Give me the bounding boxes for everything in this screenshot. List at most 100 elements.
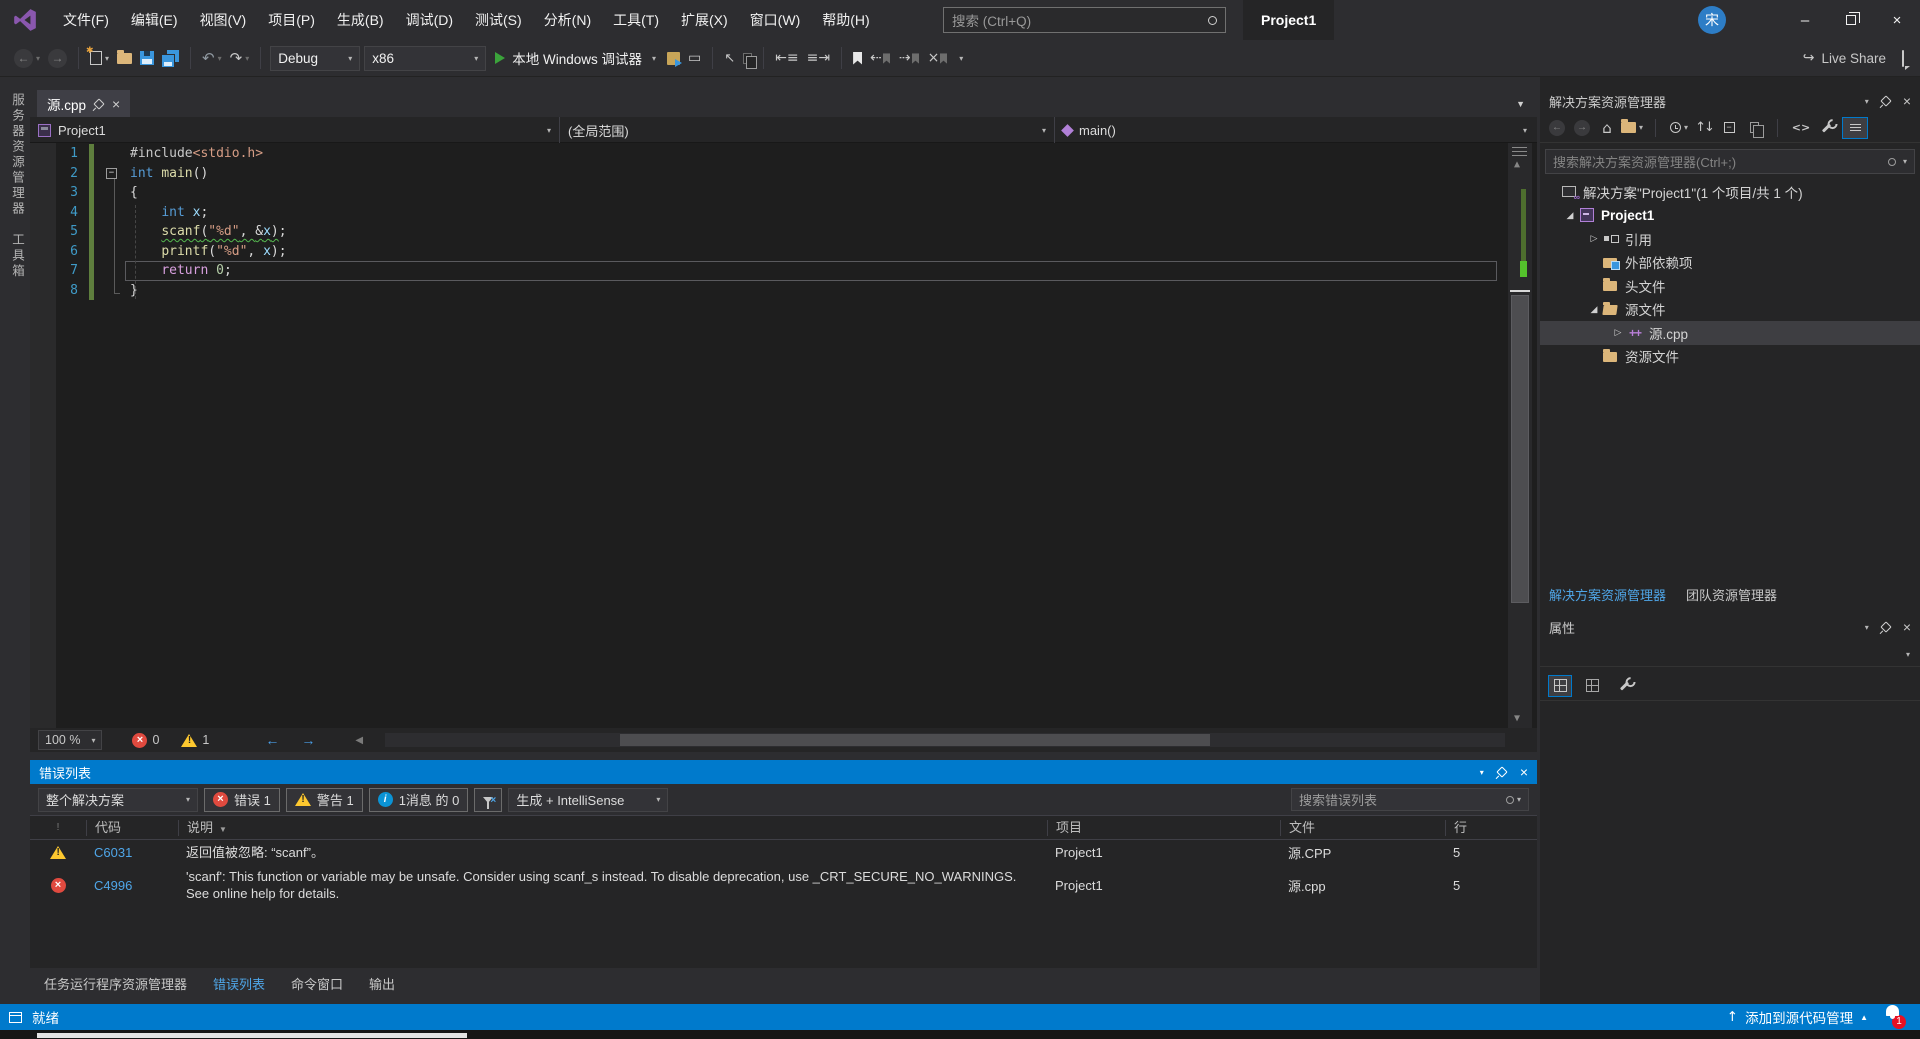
error-code-link[interactable]: C6031 — [86, 845, 178, 860]
error-row-C4996[interactable]: C4996'scanf': This function or variable … — [30, 865, 1537, 905]
project-column-header[interactable]: 项目 — [1047, 820, 1280, 836]
toolbar-options-button[interactable]: ▾ — [953, 45, 966, 71]
tree-item-3[interactable]: 外部依赖项 — [1540, 251, 1920, 275]
navigate-forward-icon[interactable]: → — [301, 732, 315, 748]
bottom-tab-1[interactable]: 错误列表 — [213, 974, 265, 1004]
pin-icon[interactable] — [1880, 95, 1891, 106]
project-dropdown[interactable]: Project1▾ — [30, 117, 560, 143]
code-line-1[interactable]: 1#include<stdio.h> — [30, 144, 1537, 164]
settings-button[interactable] — [1817, 123, 1835, 133]
server-explorer-tab[interactable]: 服务器资源管理器 — [8, 93, 27, 217]
code-line-7[interactable]: 7 return 0; — [30, 261, 1537, 281]
close-tab-icon[interactable]: × — [112, 97, 120, 111]
clear-bookmarks-button[interactable]: × — [925, 45, 952, 71]
collapse-all-button[interactable]: − — [1720, 122, 1738, 133]
menu-item-11[interactable]: 帮助(H) — [811, 0, 880, 40]
tree-item-0[interactable]: 解决方案"Project1"(1 个项目/共 1 个) — [1540, 180, 1920, 204]
expanded-icon[interactable]: ◢ — [1586, 304, 1602, 315]
code-line-2[interactable]: 2−int main() — [30, 164, 1537, 184]
next-bookmark-button[interactable]: ⇢ — [896, 45, 923, 71]
pin-icon[interactable] — [1496, 766, 1507, 777]
menu-item-10[interactable]: 窗口(W) — [739, 0, 812, 40]
file-column-header[interactable]: 文件 — [1280, 820, 1445, 836]
scope-filter-dropdown[interactable]: 整个解决方案▾ — [38, 788, 198, 812]
properties-object-dropdown[interactable]: ▾ — [1540, 643, 1920, 667]
hscrollbar-thumb[interactable] — [620, 734, 1210, 746]
add-to-source-control-button[interactable]: ↑ 添加到源代码管理 ▲ — [1727, 1007, 1868, 1027]
window-position-dropdown-icon[interactable]: ▾ — [1865, 623, 1869, 632]
menu-item-4[interactable]: 生成(B) — [326, 0, 395, 40]
tree-item-5[interactable]: ◢源文件 — [1540, 298, 1920, 322]
expanded-icon[interactable]: ◢ — [1562, 210, 1578, 221]
previous-bookmark-button[interactable]: ⇠ — [867, 45, 894, 71]
error-row-C6031[interactable]: C6031返回值被忽略: “scanf”。Project1源.CPP5 — [30, 840, 1537, 865]
show-all-code-button[interactable]: <> — [1792, 121, 1810, 134]
quick-launch-search[interactable]: 搜索 (Ctrl+Q) — [943, 7, 1226, 33]
messages-toggle-button[interactable]: 1消息 的 0 — [369, 788, 469, 812]
save-all-button[interactable] — [159, 45, 182, 71]
back-button[interactable]: ← — [1548, 120, 1566, 136]
editor-errors-indicator[interactable]: 0 — [132, 733, 159, 748]
document-tab[interactable]: 源.cpp × — [37, 90, 130, 117]
collapse-region-icon[interactable]: − — [106, 168, 117, 179]
preview-selected-items-toggle[interactable] — [1842, 117, 1868, 139]
pending-changes-filter-button[interactable]: ▾ — [1670, 122, 1688, 133]
menu-item-8[interactable]: 工具(T) — [602, 0, 670, 40]
select-tool-button[interactable]: ↖ — [721, 45, 738, 71]
decrease-indent-button[interactable]: ⇤≡ — [772, 45, 801, 71]
scroll-up-icon[interactable]: ▲ — [1514, 159, 1520, 170]
close-icon[interactable]: × — [1520, 764, 1528, 780]
alphabetical-view-button[interactable] — [1580, 675, 1604, 697]
code-line-6[interactable]: 6 printf("%d", x); — [30, 242, 1537, 262]
tree-item-1[interactable]: ◢Project1 — [1540, 204, 1920, 228]
code-column-header[interactable]: 代码 — [86, 820, 178, 836]
live-share-button[interactable]: ↪Live Share — [1803, 50, 1886, 66]
menu-item-1[interactable]: 编辑(E) — [120, 0, 189, 40]
code-line-5[interactable]: 5 scanf("%d", &x); — [30, 222, 1537, 242]
attach-to-process-button[interactable] — [664, 45, 683, 71]
collapsed-icon[interactable]: ▷ — [1586, 233, 1602, 244]
severity-column-header[interactable]: ! — [30, 820, 86, 836]
close-button[interactable]: × — [1874, 0, 1920, 40]
source-filter-dropdown[interactable]: 生成 + IntelliSense▾ — [508, 788, 668, 812]
scrollbar-thumb[interactable] — [1511, 295, 1529, 603]
editor-warnings-indicator[interactable]: 1 — [181, 733, 209, 747]
warnings-toggle-button[interactable]: 警告 1 — [286, 788, 363, 812]
menu-item-2[interactable]: 视图(V) — [189, 0, 258, 40]
code-line-8[interactable]: 8} — [30, 281, 1537, 301]
navigate-backward-icon[interactable]: ← — [265, 732, 279, 748]
toggle-bookmark-button[interactable] — [850, 45, 865, 71]
collapsed-icon[interactable]: ▷ — [1610, 327, 1626, 338]
notifications-button[interactable]: 1 — [1886, 1005, 1906, 1029]
sync-with-active-document-button[interactable]: ↑↓ — [1695, 120, 1713, 135]
navigate-back-button[interactable]: ←▾ — [11, 45, 43, 71]
line-column-header[interactable]: 行 — [1445, 820, 1507, 836]
property-pages-button[interactable] — [1612, 675, 1636, 697]
code-editor[interactable]: 1#include<stdio.h>2−int main()3{4 int x;… — [30, 143, 1537, 728]
redo-button[interactable]: ↷▾ — [227, 45, 253, 71]
breakpoint-placeholder-button[interactable]: ▭ — [685, 45, 704, 71]
solution-platform-dropdown[interactable]: x86▾ — [364, 46, 486, 71]
toolbox-tab[interactable]: 工具箱 — [8, 233, 27, 280]
tree-item-7[interactable]: 资源文件 — [1540, 345, 1920, 369]
save-button[interactable] — [137, 45, 157, 71]
new-project-button[interactable]: ▾ — [87, 45, 112, 71]
restore-button[interactable] — [1828, 0, 1874, 40]
window-position-dropdown-icon[interactable]: ▾ — [1865, 97, 1869, 106]
bottom-tab-3[interactable]: 输出 — [369, 974, 395, 1004]
feedback-button[interactable] — [1902, 51, 1904, 66]
editor-horizontal-scrollbar[interactable] — [385, 733, 1505, 747]
menu-item-9[interactable]: 扩展(X) — [670, 0, 739, 40]
undo-button[interactable]: ↶▾ — [199, 45, 225, 71]
zoom-dropdown[interactable]: 100 %▾ — [38, 730, 102, 750]
solution-explorer-search[interactable]: 搜索解决方案资源管理器(Ctrl+;) ▾ — [1545, 149, 1915, 174]
errors-toggle-button[interactable]: 错误 1 — [204, 788, 280, 812]
forward-button[interactable]: → — [1573, 120, 1591, 136]
menu-item-5[interactable]: 调试(D) — [395, 0, 464, 40]
scope-dropdown[interactable]: (全局范围)▾ — [560, 117, 1055, 143]
window-position-dropdown-icon[interactable]: ▾ — [1480, 768, 1484, 777]
increase-indent-button[interactable]: ≡⇥ — [804, 45, 833, 71]
hscroll-left-icon[interactable]: ◀ — [355, 735, 363, 746]
code-line-4[interactable]: 4 int x; — [30, 203, 1537, 223]
error-code-link[interactable]: C4996 — [86, 878, 178, 893]
